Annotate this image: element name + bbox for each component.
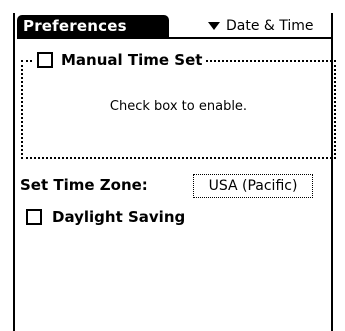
daylight-saving-label[interactable]: Daylight Saving: [52, 208, 185, 226]
manual-time-legend: Manual Time Set: [33, 50, 207, 70]
manual-time-label[interactable]: Manual Time Set: [61, 51, 202, 69]
category-label: Date & Time: [226, 18, 314, 34]
daylight-saving-row[interactable]: Daylight Saving: [26, 208, 185, 226]
dropdown-triangle-icon: [208, 22, 220, 30]
title-underline: [17, 37, 333, 39]
manual-time-hint: Check box to enable.: [109, 99, 248, 114]
daylight-saving-checkbox[interactable]: [26, 209, 42, 225]
manual-time-checkbox[interactable]: [37, 52, 53, 68]
category-selector[interactable]: Date & Time: [208, 16, 314, 36]
time-zone-selector[interactable]: USA (Pacific): [193, 174, 313, 198]
time-zone-label: Set Time Zone:: [20, 176, 148, 194]
app-title: Preferences: [23, 17, 127, 35]
